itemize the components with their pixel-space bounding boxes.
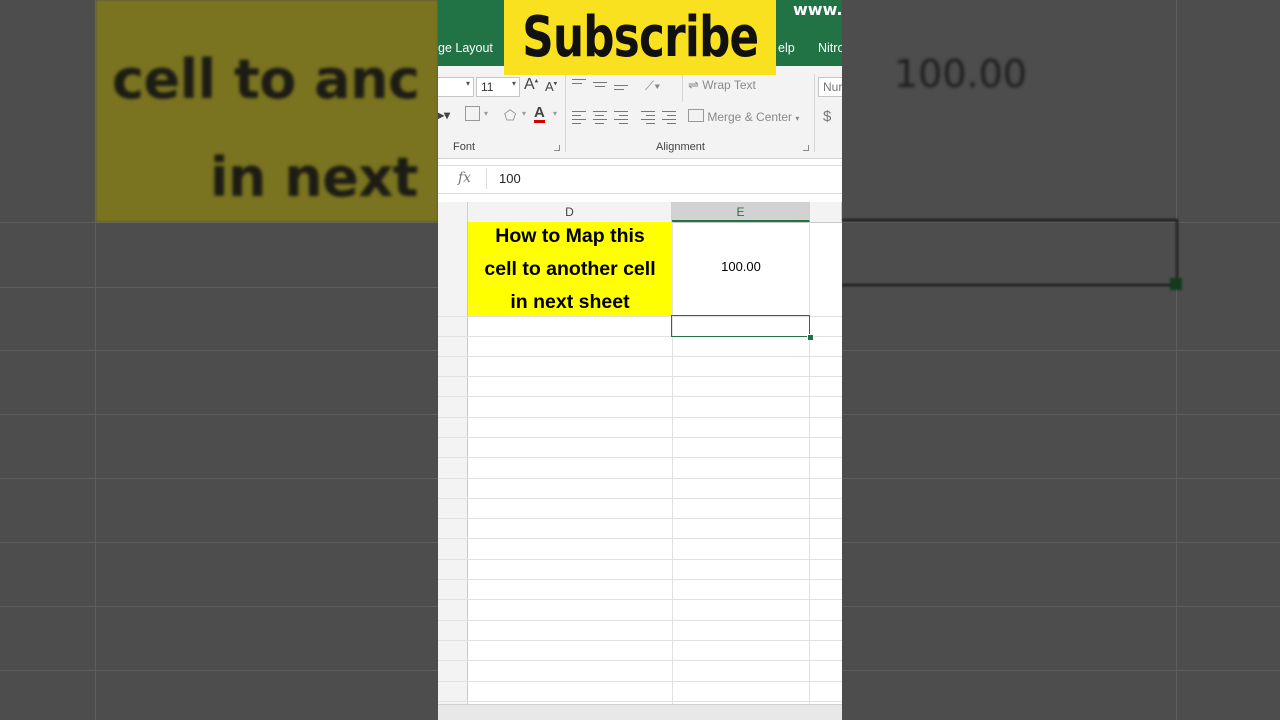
worksheet-grid[interactable]: How to Map this cell to another cell in … <box>438 222 842 704</box>
wrap-text-button[interactable]: ⇌ Wrap Text <box>688 77 756 93</box>
chevron-down-icon[interactable]: ▾ <box>553 109 557 118</box>
chevron-down-icon[interactable]: ▾ <box>522 109 526 118</box>
shrink-font-icon: A <box>545 79 554 94</box>
active-cell-selection[interactable] <box>671 315 810 337</box>
select-all-corner[interactable] <box>438 202 468 222</box>
column-header-e[interactable]: E <box>672 202 810 222</box>
currency-format-button[interactable]: $ <box>823 108 831 125</box>
font-name-dropdown[interactable]: ▾ <box>438 77 474 97</box>
insert-function-icon[interactable]: fx <box>458 170 471 186</box>
blurred-cell-text-line-2: in next <box>210 146 418 209</box>
ribbon-home: ▾ 11 ▾ A▴ A▾ ▸▾ ▾ ⬠ ▾ A ▾ Font ⟋▾ ⇌ Wrap… <box>438 66 842 159</box>
merge-center-button[interactable]: Merge & Center ▾ <box>688 109 799 124</box>
alignment-dialog-launcher-icon[interactable] <box>803 145 809 151</box>
decrease-indent-icon[interactable] <box>641 111 655 127</box>
column-header-f[interactable] <box>810 202 842 222</box>
merge-center-icon <box>688 109 704 122</box>
currency-icon: $ <box>823 108 832 125</box>
chevron-down-icon: ▾ <box>795 114 800 123</box>
font-color-icon: A <box>534 104 545 123</box>
alignment-group-label: Alignment <box>656 141 705 153</box>
align-right-icon[interactable] <box>614 111 628 127</box>
orientation-icon[interactable]: ⟋▾ <box>645 78 660 94</box>
website-url-overlay: www. <box>793 0 842 19</box>
cell-d-highlighted[interactable]: How to Map this cell to another cell in … <box>468 222 672 316</box>
fill-color-icon[interactable]: ⬠ <box>504 107 516 124</box>
font-dialog-launcher-icon[interactable] <box>554 145 560 151</box>
horizontal-scrollbar[interactable] <box>438 704 842 720</box>
formula-value: 100 <box>499 171 521 186</box>
align-top-icon[interactable] <box>572 79 586 87</box>
font-size-value: 11 <box>481 80 494 94</box>
tab-page-layout[interactable]: ge Layout <box>438 41 493 55</box>
font-size-dropdown[interactable]: 11 ▾ <box>476 77 520 97</box>
tab-nitro[interactable]: Nitro <box>818 41 842 55</box>
font-color-button[interactable]: A <box>534 105 545 123</box>
grow-font-icon: A <box>524 76 535 93</box>
align-middle-icon[interactable] <box>593 82 607 90</box>
number-format-dropdown[interactable]: Nur <box>818 77 842 97</box>
shrink-font-button[interactable]: A▾ <box>545 79 557 94</box>
excel-window: ge Layout elp Nitro www. ▾ 11 ▾ A▴ A▾ ▸▾… <box>438 0 842 720</box>
wrap-text-label: Wrap Text <box>702 78 756 92</box>
grow-font-button[interactable]: A▴ <box>524 76 538 94</box>
blurred-background-left: cell to anc in next <box>0 0 438 720</box>
blurred-background-right: 100.00 <box>842 0 1280 720</box>
align-center-icon[interactable] <box>593 111 607 127</box>
blurred-cell-value: 100.00 <box>894 52 1027 96</box>
align-bottom-icon[interactable] <box>614 85 628 93</box>
increase-indent-icon[interactable] <box>662 111 676 127</box>
subscribe-label: Subscribe <box>521 5 759 70</box>
formula-input[interactable]: 100 <box>486 168 842 189</box>
formula-bar: fx 100 <box>438 165 842 194</box>
font-group-label: Font <box>453 141 476 153</box>
underline-dropdown[interactable]: ▸▾ <box>438 108 450 122</box>
merge-center-label: Merge & Center <box>707 110 793 124</box>
cell-e-value[interactable]: 100.00 <box>673 259 809 274</box>
wrap-text-icon: ⇌ <box>688 77 699 92</box>
chevron-down-icon: ▾ <box>511 79 516 88</box>
blurred-selection-box <box>842 219 1178 286</box>
tab-help[interactable]: elp <box>778 41 795 55</box>
blurred-fill-handle <box>1170 278 1182 290</box>
fill-handle[interactable] <box>807 334 814 341</box>
number-format-value: Nur <box>823 80 842 94</box>
subscribe-banner[interactable]: Subscribe <box>504 0 776 75</box>
blurred-cell-text-line-1: cell to anc <box>112 48 420 111</box>
chevron-down-icon: ▾ <box>465 79 470 88</box>
chevron-down-icon[interactable]: ▾ <box>484 109 488 118</box>
borders-icon[interactable] <box>465 106 480 121</box>
row-headers[interactable] <box>438 222 468 704</box>
align-left-icon[interactable] <box>572 111 586 127</box>
